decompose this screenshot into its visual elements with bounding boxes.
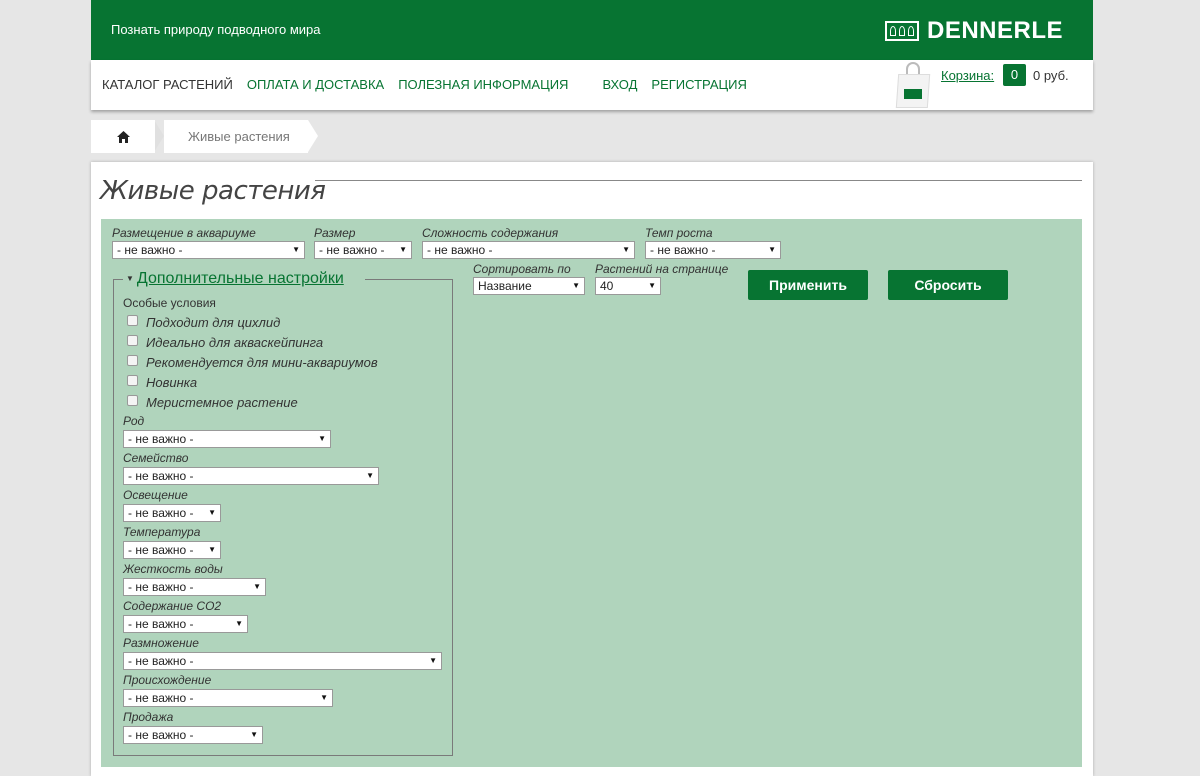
origin-label: Происхождение	[123, 673, 212, 687]
placement-select[interactable]: - не важно -	[112, 241, 305, 259]
checkbox-aquascaping[interactable]	[127, 335, 138, 346]
special-conditions-title: Особые условия	[123, 296, 216, 310]
home-icon	[116, 130, 130, 143]
co2-label: Содержание CO2	[123, 599, 222, 613]
temperature-select[interactable]: - не важно -	[123, 541, 221, 559]
apply-button[interactable]: Применить	[748, 270, 868, 300]
reset-button[interactable]: Сбросить	[888, 270, 1008, 300]
origin-select[interactable]: - не важно -	[123, 689, 333, 707]
water-hardness-select[interactable]: - не важно -	[123, 578, 266, 596]
nav-register[interactable]: РЕГИСТРАЦИЯ	[651, 77, 746, 92]
page-title: Живые растения	[100, 176, 326, 206]
cart-sum: 0 руб.	[1033, 68, 1069, 83]
logo-plant-icon	[884, 21, 919, 41]
breadcrumb-current: Живые растения	[164, 120, 308, 153]
breadcrumb: Живые растения	[91, 120, 318, 153]
advanced-settings-toggle[interactable]: ▼ Дополнительные настройки	[126, 270, 344, 288]
sale-select[interactable]: - не важно -	[123, 726, 263, 744]
checkbox-meristem[interactable]	[127, 395, 138, 406]
lighting-select[interactable]: - не важно -	[123, 504, 221, 522]
cart-widget: Корзина: 0 0 руб.	[891, 60, 1091, 110]
checkbox-label: Подходит для цихлид	[146, 315, 281, 330]
checkbox-label: Идеально для акваскейпинга	[146, 335, 324, 350]
growth-label: Темп роста	[645, 226, 713, 240]
checkbox-cichlids[interactable]	[127, 315, 138, 326]
family-label: Семейство	[123, 451, 189, 465]
family-select[interactable]: - не важно -	[123, 467, 379, 485]
sale-label: Продажа	[123, 710, 174, 724]
nav-useful-info[interactable]: ПОЛЕЗНАЯ ИНФОРМАЦИЯ	[398, 77, 568, 92]
nav-catalog[interactable]: КАТАЛОГ РАСТЕНИЙ	[102, 77, 233, 92]
difficulty-select[interactable]: - не важно -	[422, 241, 635, 259]
main-nav: КАТАЛОГ РАСТЕНИЙ ОПЛАТА И ДОСТАВКА ПОЛЕЗ…	[102, 77, 761, 92]
filter-panel: Размещение в аквариуме - не важно - Разм…	[101, 219, 1082, 767]
main-nav-bar: КАТАЛОГ РАСТЕНИЙ ОПЛАТА И ДОСТАВКА ПОЛЕЗ…	[91, 60, 1093, 110]
dennerle-logo[interactable]: DENNERLE	[884, 17, 1063, 45]
propagation-label: Размножение	[123, 636, 199, 650]
checkbox-label: Новинка	[146, 375, 198, 390]
genus-select[interactable]: - не важно -	[123, 430, 331, 448]
shopping-bag-icon[interactable]	[895, 62, 931, 108]
sort-label: Сортировать по	[473, 262, 571, 276]
lighting-label: Освещение	[123, 488, 188, 502]
co2-select[interactable]: - не важно -	[123, 615, 248, 633]
title-divider	[315, 180, 1082, 181]
checkbox-mini-aquarium[interactable]	[127, 355, 138, 366]
growth-select[interactable]: - не важно -	[645, 241, 781, 259]
breadcrumb-home[interactable]	[91, 120, 155, 153]
size-select[interactable]: - не важно -	[314, 241, 412, 259]
logo-text: DENNERLE	[926, 17, 1063, 44]
checkbox-label: Меристемное растение	[146, 395, 298, 410]
placement-label: Размещение в аквариуме	[112, 226, 256, 240]
genus-label: Род	[123, 414, 145, 428]
checkbox-label: Рекомендуется для мини-аквариумов	[146, 355, 378, 370]
per-page-select[interactable]: 40	[595, 277, 661, 295]
sort-select[interactable]: Название	[473, 277, 585, 295]
cart-link[interactable]: Корзина:	[941, 68, 994, 83]
content-panel: Живые растения Размещение в аквариуме - …	[91, 162, 1093, 776]
breadcrumb-arrow	[307, 120, 318, 152]
temperature-label: Температура	[123, 525, 201, 539]
top-header: Познать природу подводного мира DENNERLE	[91, 0, 1093, 60]
nav-payment-delivery[interactable]: ОПЛАТА И ДОСТАВКА	[247, 77, 384, 92]
per-page-label: Растений на странице	[595, 262, 729, 276]
checkbox-new[interactable]	[127, 375, 138, 386]
difficulty-label: Сложность содержания	[422, 226, 559, 240]
breadcrumb-separator	[154, 120, 164, 152]
nav-login[interactable]: ВХОД	[602, 77, 637, 92]
collapse-triangle-icon: ▼	[126, 274, 134, 284]
size-label: Размер	[314, 226, 356, 240]
propagation-select[interactable]: - не важно -	[123, 652, 442, 670]
site-slogan: Познать природу подводного мира	[111, 22, 321, 37]
water-hardness-label: Жесткость воды	[123, 562, 223, 576]
cart-count-badge: 0	[1003, 64, 1026, 86]
